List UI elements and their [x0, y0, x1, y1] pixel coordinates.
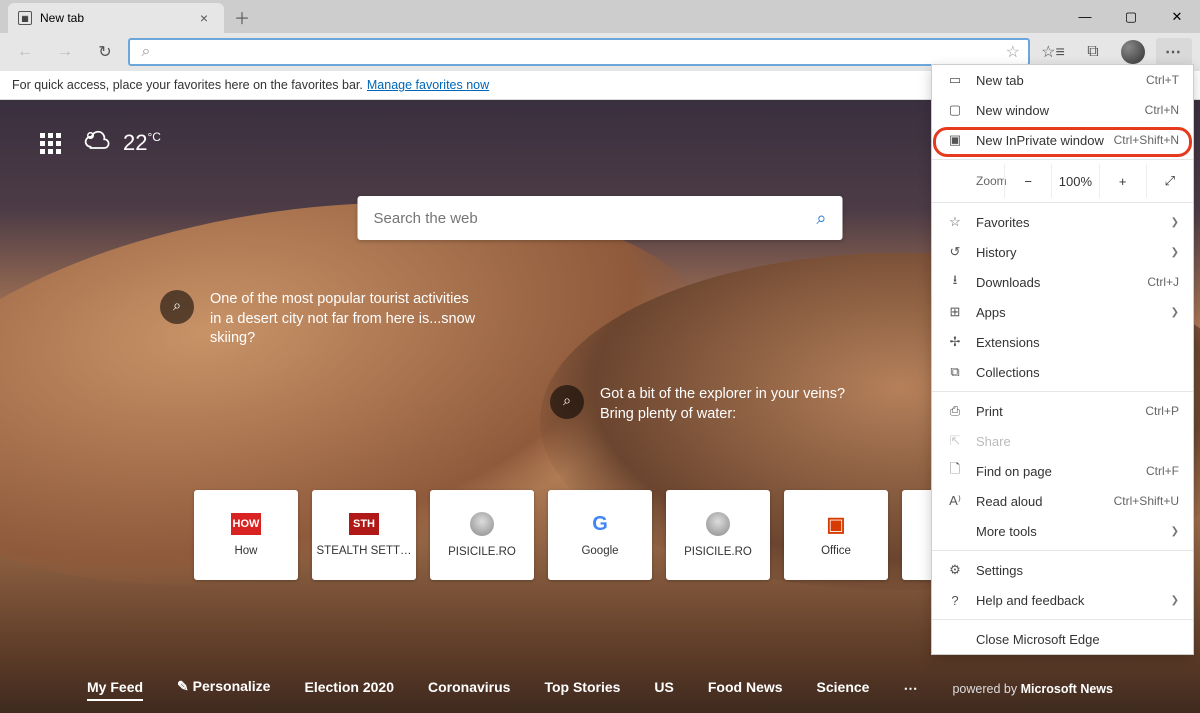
web-search-input[interactable] — [374, 210, 817, 227]
powered-by-label: powered by Microsoft News — [952, 682, 1113, 696]
trivia-tip[interactable]: ⌕ One of the most popular tourist activi… — [160, 290, 480, 349]
menu-collections[interactable]: ⧉Collections — [932, 357, 1193, 387]
zoom-in-button[interactable]: + — [1099, 164, 1146, 198]
back-button[interactable]: ← — [8, 36, 42, 68]
weather-icon — [83, 128, 113, 158]
page-layout-button[interactable] — [40, 133, 61, 154]
menu-print[interactable]: ⎙PrintCtrl+P — [932, 396, 1193, 426]
menu-extensions[interactable]: ✢Extensions — [932, 327, 1193, 357]
maximize-button[interactable]: ▢ — [1108, 0, 1154, 33]
refresh-button[interactable]: ↻ — [88, 36, 122, 68]
menu-read-aloud[interactable]: A⁾Read aloudCtrl+Shift+U — [932, 486, 1193, 516]
close-tab-icon[interactable]: × — [194, 8, 214, 28]
forward-button[interactable]: → — [48, 36, 82, 68]
top-site-tile[interactable]: HOWHow — [194, 490, 298, 580]
zoom-level: 100% — [1051, 164, 1098, 198]
top-site-tile[interactable]: STHSTEALTH SETT… — [312, 490, 416, 580]
pencil-icon: ✎ — [177, 678, 189, 694]
feed-more-button[interactable]: ⋯ — [903, 680, 918, 697]
top-site-tile[interactable]: ▣Office — [784, 490, 888, 580]
extensions-icon: ✢ — [944, 334, 966, 350]
history-icon: ↺ — [944, 244, 966, 260]
feed-tab[interactable]: Food News — [708, 679, 783, 699]
settings-menu: ▭New tabCtrl+T ▢New windowCtrl+N ▣New In… — [931, 64, 1194, 655]
menu-help[interactable]: ?Help and feedback❯ — [932, 585, 1193, 615]
menu-new-window[interactable]: ▢New windowCtrl+N — [932, 95, 1193, 125]
weather-widget[interactable]: 22°C — [83, 128, 161, 158]
print-icon: ⎙ — [944, 403, 966, 419]
feed-tab[interactable]: Top Stories — [544, 679, 620, 699]
trivia-tip[interactable]: ⌕ Got a bit of the explorer in your vein… — [550, 385, 870, 424]
settings-menu-button[interactable]: ⋯ — [1156, 38, 1192, 66]
feed-tab[interactable]: Science — [817, 679, 870, 699]
tab-favicon: ▦ — [18, 11, 32, 25]
menu-new-tab[interactable]: ▭New tabCtrl+T — [932, 65, 1193, 95]
manage-favorites-link[interactable]: Manage favorites now — [367, 78, 489, 92]
find-icon: 🗋 — [944, 460, 966, 482]
top-site-tile[interactable]: PISICILE.RO — [430, 490, 534, 580]
apps-icon: ⊞ — [944, 304, 966, 320]
search-submit-icon[interactable]: ⌕ — [816, 208, 826, 229]
feed-tab-myfeed[interactable]: My Feed — [87, 679, 143, 699]
tab-title: New tab — [40, 11, 84, 25]
window-controls: — ▢ ✕ — [1062, 0, 1200, 33]
zoom-out-button[interactable]: − — [1004, 164, 1051, 198]
new-tab-icon: ▭ — [944, 72, 966, 88]
feed-tab-personalize[interactable]: ✎ Personalize — [177, 678, 270, 699]
search-icon: ⌕ — [138, 43, 154, 61]
address-bar[interactable]: ⌕ ☆ — [128, 38, 1030, 66]
chevron-right-icon: ❯ — [1171, 526, 1179, 537]
web-search-box[interactable]: ⌕ — [358, 196, 843, 240]
fullscreen-button[interactable]: ⤢ — [1146, 164, 1193, 198]
tip-text: Got a bit of the explorer in your veins?… — [600, 385, 870, 424]
menu-favorites[interactable]: ☆Favorites❯ — [932, 207, 1193, 237]
chevron-right-icon: ❯ — [1171, 595, 1179, 606]
chevron-right-icon: ❯ — [1171, 217, 1179, 228]
temperature-value: 22°C — [123, 130, 161, 156]
feed-tab[interactable]: Coronavirus — [428, 679, 510, 699]
feed-tab[interactable]: US — [654, 679, 673, 699]
menu-apps[interactable]: ⊞Apps❯ — [932, 297, 1193, 327]
tip-text: One of the most popular tourist activiti… — [210, 290, 480, 349]
share-icon: ⇱ — [944, 433, 966, 449]
read-aloud-icon: A⁾ — [944, 493, 966, 509]
menu-downloads[interactable]: ⭳DownloadsCtrl+J — [932, 267, 1193, 297]
star-icon: ☆ — [944, 214, 966, 230]
chevron-right-icon: ❯ — [1171, 307, 1179, 318]
gear-icon: ⚙ — [944, 562, 966, 578]
help-icon: ? — [944, 593, 966, 608]
favorites-bar-text: For quick access, place your favorites h… — [12, 78, 363, 92]
menu-find[interactable]: 🗋Find on pageCtrl+F — [932, 456, 1193, 486]
menu-settings[interactable]: ⚙Settings — [932, 555, 1193, 585]
top-site-tile[interactable]: GGoogle — [548, 490, 652, 580]
minimize-button[interactable]: — — [1062, 0, 1108, 33]
menu-history[interactable]: ↺History❯ — [932, 237, 1193, 267]
close-window-button[interactable]: ✕ — [1154, 0, 1200, 33]
top-sites: HOWHow STHSTEALTH SETT… PISICILE.RO GGoo… — [194, 490, 1006, 580]
feed-nav: My Feed ✎ Personalize Election 2020 Coro… — [0, 678, 1200, 699]
favorite-star-icon[interactable]: ☆ — [1006, 42, 1020, 62]
menu-more-tools[interactable]: More tools❯ — [932, 516, 1193, 546]
magnifier-icon: ⌕ — [160, 290, 194, 324]
menu-share: ⇱Share — [932, 426, 1193, 456]
title-bar: ▦ New tab × ＋ — ▢ ✕ — [0, 0, 1200, 33]
window-icon: ▢ — [944, 102, 966, 118]
chevron-right-icon: ❯ — [1171, 247, 1179, 258]
inprivate-icon: ▣ — [944, 132, 966, 148]
menu-zoom: Zoom − 100% + ⤢ — [932, 164, 1193, 198]
menu-close-edge[interactable]: Close Microsoft Edge — [932, 624, 1193, 654]
magnifier-icon: ⌕ — [550, 385, 584, 419]
download-icon: ⭳ — [944, 271, 966, 293]
top-site-tile[interactable]: PISICILE.RO — [666, 490, 770, 580]
collections-icon: ⧉ — [944, 364, 966, 380]
menu-new-inprivate[interactable]: ▣New InPrivate windowCtrl+Shift+N — [932, 125, 1193, 155]
browser-tab[interactable]: ▦ New tab × — [8, 3, 224, 33]
new-tab-button[interactable]: ＋ — [226, 0, 258, 33]
feed-tab[interactable]: Election 2020 — [304, 679, 394, 699]
